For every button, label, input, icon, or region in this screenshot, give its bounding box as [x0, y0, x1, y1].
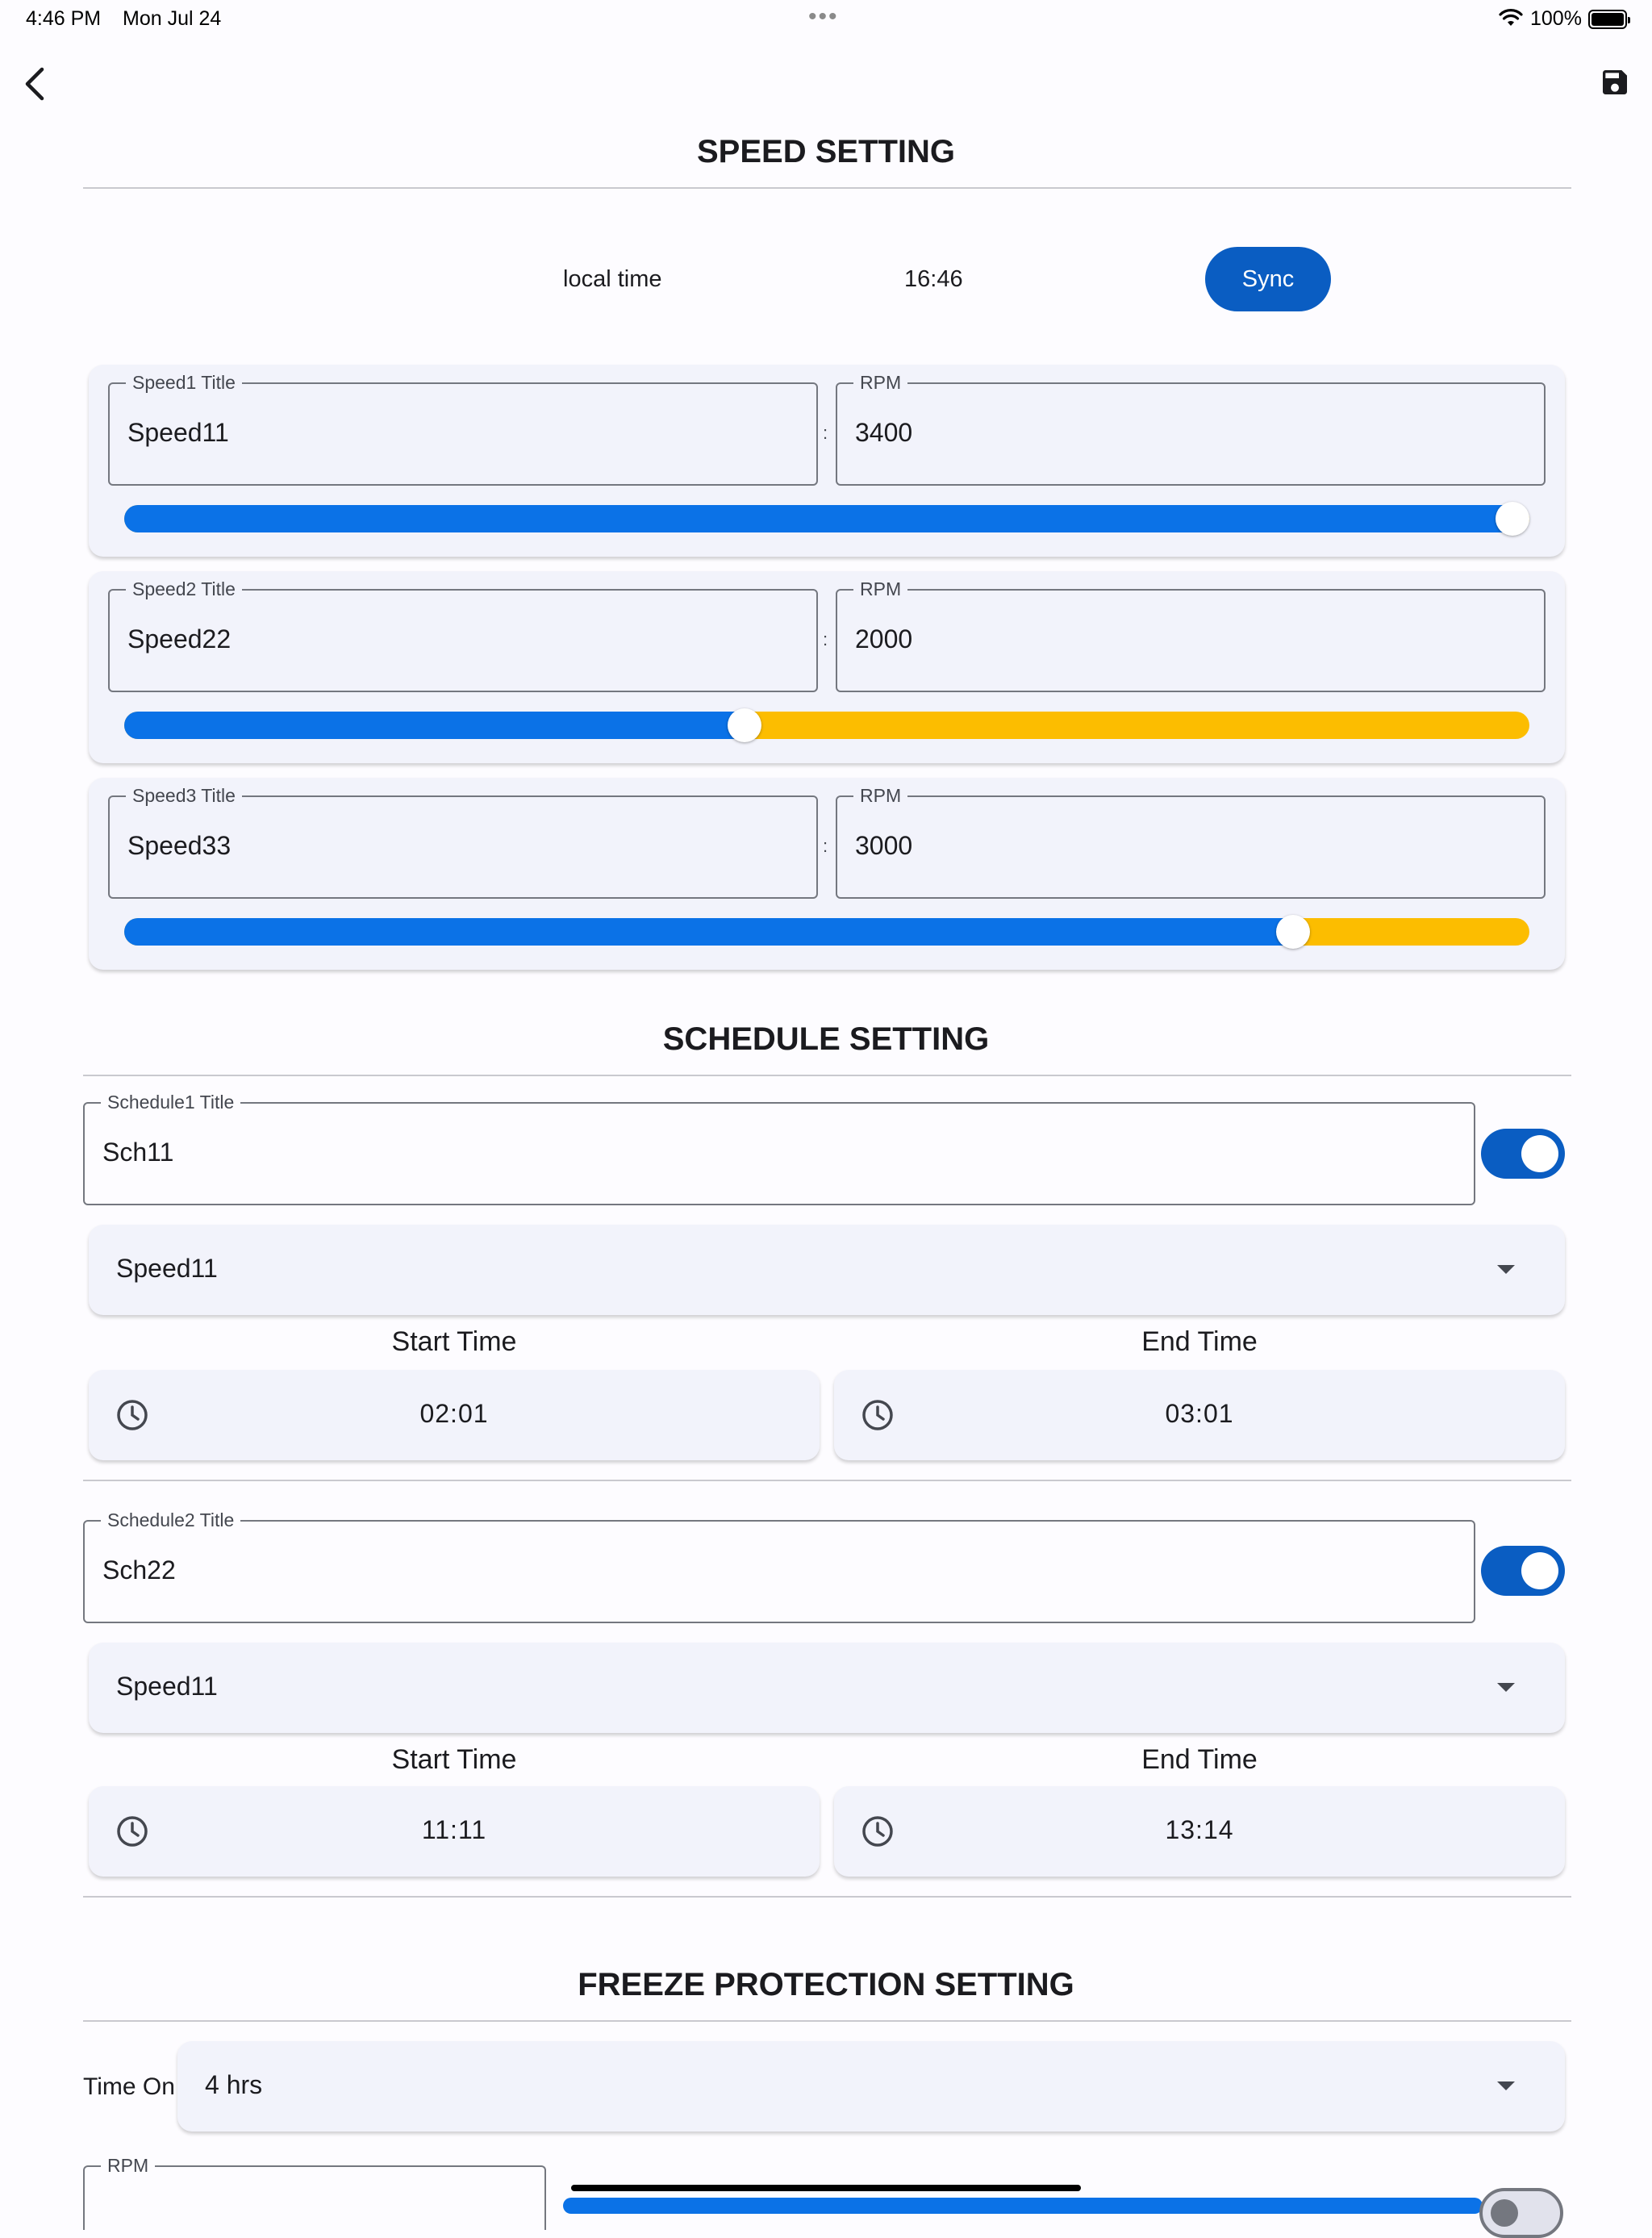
separator-colon: :	[823, 423, 828, 443]
speed2-rpm-label: RPM	[853, 578, 908, 600]
speed-card-3: Speed3 Title Speed33 : RPM 3000	[89, 778, 1565, 970]
schedule1-end-time-value: 03:01	[1165, 1399, 1234, 1428]
speed2-rpm-field[interactable]: RPM 2000	[836, 578, 1546, 692]
schedule1-title-field[interactable]: Schedule1 Title Sch11	[83, 1091, 1475, 1205]
schedule1-end-label: End Time	[1141, 1326, 1258, 1357]
schedule1-start-time-value: 02:01	[419, 1399, 489, 1428]
speed2-title-field[interactable]: Speed2 Title Speed22	[108, 578, 818, 692]
freeze-rpm-label: RPM	[101, 2154, 156, 2177]
separator-colon: :	[823, 629, 828, 649]
time-on-dropdown[interactable]: 4 hrs	[177, 2041, 1565, 2132]
speed1-slider-fill	[124, 505, 1526, 532]
speed1-title-label: Speed1 Title	[126, 371, 242, 394]
divider	[83, 187, 1571, 189]
speed3-slider-fill	[124, 918, 1307, 946]
local-time-label: local time	[563, 266, 662, 292]
save-floppy-disk-icon[interactable]	[1599, 66, 1631, 98]
freeze-enable-toggle[interactable]	[1479, 2188, 1563, 2238]
schedule2-title-field[interactable]: Schedule2 Title Sch22	[83, 1509, 1475, 1623]
schedule-setting-title: SCHEDULE SETTING	[662, 1021, 990, 1057]
freeze-protection-title: FREEZE PROTECTION SETTING	[578, 1967, 1074, 2002]
speed2-slider[interactable]	[124, 708, 1529, 742]
schedule2-title-label: Schedule2 Title	[101, 1509, 241, 1531]
time-on-value: 4 hrs	[205, 2070, 263, 2099]
speed2-rpm-value: 2000	[855, 624, 913, 653]
schedule1-title-value: Sch11	[102, 1138, 174, 1167]
status-date: Mon Jul 24	[123, 7, 222, 30]
sync-button[interactable]: Sync	[1205, 247, 1331, 311]
schedule2-enable-toggle[interactable]	[1481, 1546, 1565, 1596]
speed1-title-value: Speed11	[127, 418, 229, 447]
speed3-rpm-label: RPM	[853, 784, 908, 807]
speed3-slider[interactable]	[124, 915, 1529, 949]
schedule2-start-time-value: 11:11	[421, 1815, 487, 1844]
divider	[83, 2020, 1571, 2022]
divider	[83, 1896, 1571, 1898]
speed1-slider-thumb[interactable]	[1496, 502, 1529, 536]
schedule1-end-time-picker[interactable]: 03:01	[834, 1370, 1565, 1460]
speed2-title-label: Speed2 Title	[126, 578, 242, 600]
speed2-title-value: Speed22	[127, 624, 232, 653]
speed2-slider-fill	[124, 712, 758, 739]
status-bar: 4:46 PM Mon Jul 24 ••• 100%	[0, 0, 1652, 40]
caret-down-icon	[1497, 1683, 1515, 1692]
schedule2-end-label: End Time	[1141, 1744, 1258, 1775]
speed1-rpm-label: RPM	[853, 371, 908, 394]
freeze-rpm-field[interactable]: RPM	[83, 2154, 546, 2230]
schedule2-end-time-value: 13:14	[1165, 1815, 1234, 1844]
speed2-slider-thumb[interactable]	[728, 708, 761, 742]
toggle-knob	[1521, 1552, 1558, 1589]
schedule2-start-label: Start Time	[391, 1744, 517, 1775]
speed-card-1: Speed1 Title Speed11 : RPM 3400	[89, 365, 1565, 557]
home-indicator	[571, 2185, 1081, 2191]
speed3-title-value: Speed33	[127, 831, 232, 860]
speed1-rpm-value: 3400	[855, 418, 913, 447]
schedule2-title-value: Sch22	[102, 1555, 176, 1585]
time-on-label: Time On	[83, 2073, 175, 2100]
speed1-title-field[interactable]: Speed1 Title Speed11	[108, 371, 818, 486]
separator-colon: :	[823, 836, 828, 856]
speed3-rpm-field[interactable]: RPM 3000	[836, 784, 1546, 899]
status-time: 4:46 PM	[26, 7, 102, 30]
speed3-rpm-value: 3000	[855, 831, 913, 860]
caret-down-icon	[1497, 1265, 1515, 1274]
divider	[83, 1075, 1571, 1076]
speed3-slider-thumb[interactable]	[1276, 915, 1310, 949]
schedule2-start-time-picker[interactable]: 11:11	[89, 1786, 820, 1877]
schedule1-speed-value: Speed11	[116, 1254, 218, 1283]
speed-setting-title: SPEED SETTING	[696, 134, 956, 169]
schedule2-speed-dropdown[interactable]: Speed11	[89, 1643, 1565, 1733]
speed1-slider[interactable]	[124, 502, 1529, 536]
divider	[83, 1480, 1571, 1481]
speed-card-2: Speed2 Title Speed22 : RPM 2000	[89, 571, 1565, 763]
schedule1-start-time-picker[interactable]: 02:01	[89, 1370, 820, 1460]
caret-down-icon	[1497, 2081, 1515, 2090]
local-time-value: 16:46	[904, 266, 963, 292]
battery-icon	[1588, 10, 1630, 29]
speed3-title-label: Speed3 Title	[126, 784, 242, 807]
schedule2-speed-value: Speed11	[116, 1672, 218, 1701]
toggle-knob	[1521, 1135, 1558, 1172]
multitasking-dots-icon[interactable]: •••	[808, 3, 839, 31]
toggle-knob	[1491, 2199, 1518, 2227]
speed3-title-field[interactable]: Speed3 Title Speed33	[108, 784, 818, 899]
back-chevron-left-icon[interactable]	[21, 66, 50, 102]
schedule1-start-label: Start Time	[391, 1326, 517, 1357]
freeze-rpm-slider[interactable]	[563, 2198, 1483, 2214]
schedule1-title-label: Schedule1 Title	[101, 1091, 241, 1113]
battery-percentage: 100%	[1530, 7, 1582, 30]
wifi-icon	[1499, 9, 1523, 26]
speed1-rpm-field[interactable]: RPM 3400	[836, 371, 1546, 486]
schedule2-end-time-picker[interactable]: 13:14	[834, 1786, 1565, 1877]
schedule1-speed-dropdown[interactable]: Speed11	[89, 1225, 1565, 1315]
schedule1-enable-toggle[interactable]	[1481, 1129, 1565, 1179]
